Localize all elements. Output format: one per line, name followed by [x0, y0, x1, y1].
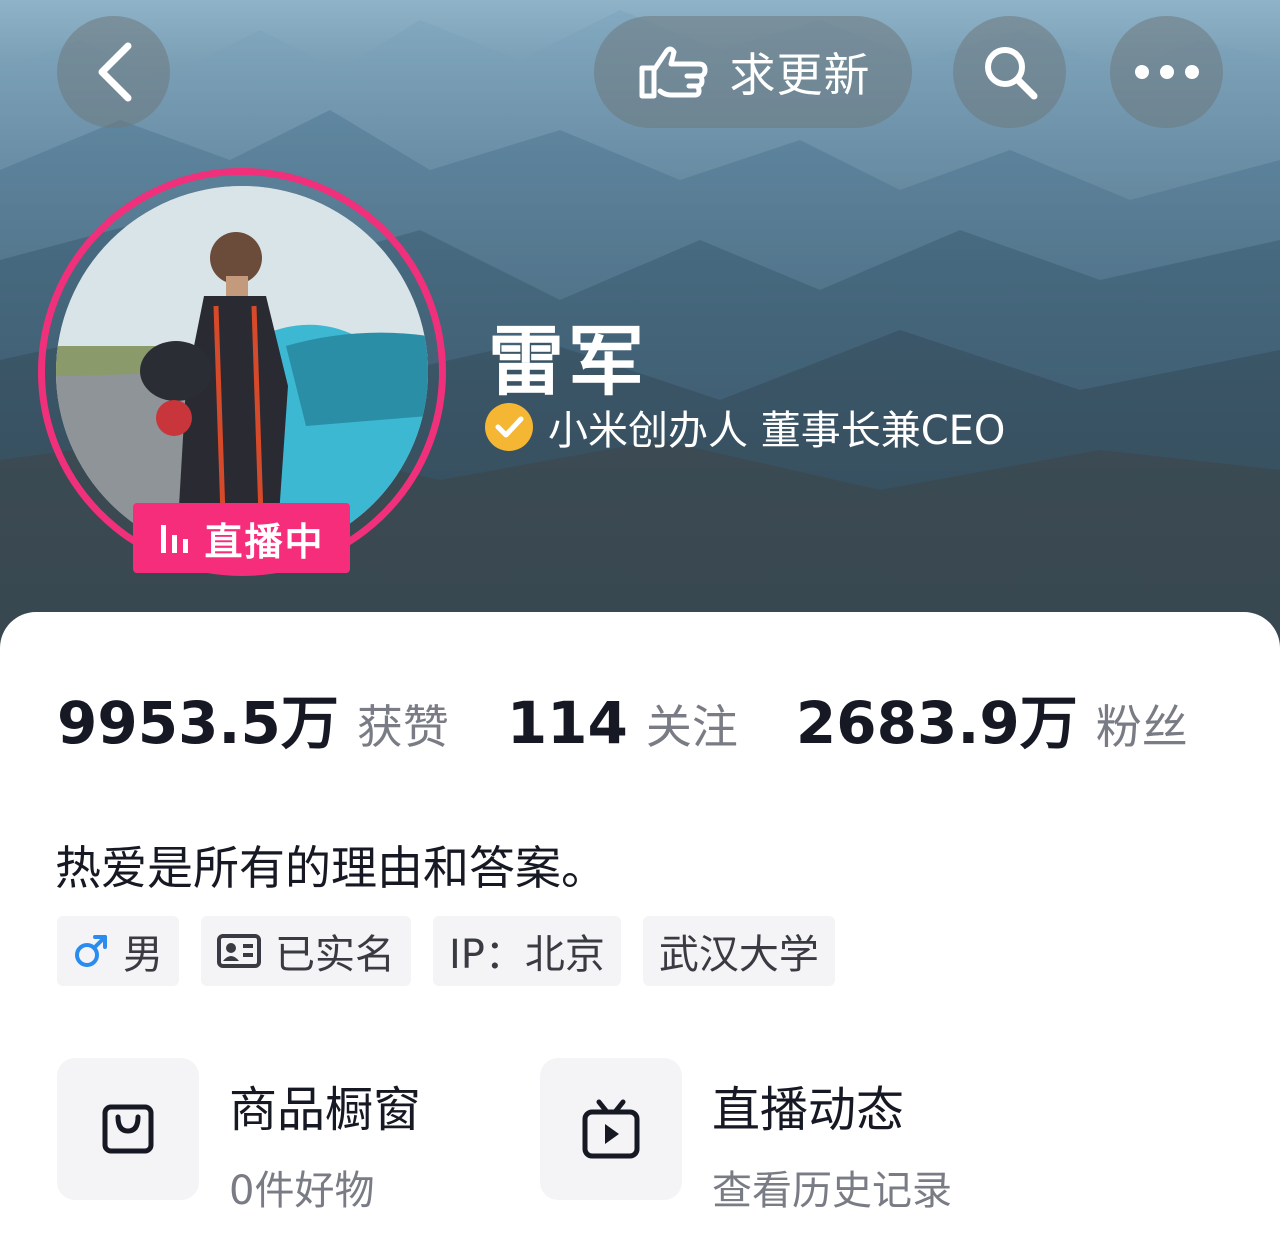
search-button[interactable] [953, 16, 1066, 128]
verified-badge-icon [485, 403, 533, 451]
shop-window-subtitle: 0件好物 [229, 1168, 375, 1214]
live-history-title: 直播动态 [712, 1082, 905, 1138]
back-chevron-icon [98, 42, 131, 102]
live-history-entry[interactable]: 直播动态 查看历史记录 [540, 1058, 952, 1216]
school-label: 武汉大学 [658, 932, 819, 978]
request-update-button[interactable]: 求更新 [594, 16, 912, 128]
school-tag[interactable]: 武汉大学 [642, 916, 835, 986]
verification-row: 小米创办人 董事长兼CEO [484, 398, 1005, 456]
shop-window-entry[interactable]: 商品橱窗 0件好物 [57, 1058, 421, 1216]
followers-stat[interactable]: 2683.9万 粉丝 [796, 676, 1188, 760]
following-label: 关注 [645, 700, 738, 754]
live-history-subtitle: 查看历史记录 [712, 1168, 952, 1214]
likes-label: 获赞 [356, 700, 449, 754]
id-card-icon [217, 934, 261, 968]
likes-stat[interactable]: 9953.5万 获赞 [57, 676, 449, 760]
request-update-label: 求更新 [729, 48, 871, 102]
tv-play-icon [582, 1099, 640, 1159]
followers-count: 2683.9万 [795, 689, 1078, 757]
more-options-button[interactable] [1110, 16, 1223, 128]
profile-username: 雷军 [488, 317, 648, 406]
male-symbol-icon [75, 935, 107, 967]
live-history-icon-box [540, 1058, 682, 1200]
likes-count: 9953.5万 [57, 689, 339, 757]
gender-label: 男 [123, 932, 163, 978]
real-name-tag[interactable]: 已实名 [201, 916, 411, 986]
back-button[interactable] [57, 16, 170, 128]
profile-bio: 热爱是所有的理由和答案。 [55, 841, 607, 895]
profile-stats: 9953.5万 获赞 114 关注 2683.9万 粉丝 [57, 676, 1246, 760]
gender-tag: 男 [57, 916, 179, 986]
verified-title: 小米创办人 董事长兼CEO [548, 408, 1006, 454]
shop-window-title: 商品橱窗 [229, 1082, 422, 1138]
search-icon [984, 47, 1037, 100]
profile-banner: 求更新 直播中 雷军 小米创办人 董事长兼CEO [0, 0, 1280, 650]
real-name-label: 已实名 [275, 932, 395, 978]
following-count: 114 [506, 689, 628, 757]
followers-label: 粉丝 [1095, 700, 1188, 754]
more-dots-icon [1134, 65, 1199, 79]
live-badge-label: 直播中 [204, 519, 325, 564]
live-bars-icon [161, 525, 189, 553]
ip-location-tag: IP：北京 [433, 916, 621, 986]
profile-tags: 男 已实名 IP：北京 武汉大学 [57, 916, 835, 986]
shop-window-icon-box [57, 1058, 199, 1200]
shopping-bag-icon [102, 1104, 154, 1154]
following-stat[interactable]: 114 关注 [507, 689, 738, 757]
hand-pointing-icon [639, 46, 707, 99]
live-status-badge[interactable]: 直播中 [133, 503, 350, 573]
ip-location-label: IP：北京 [449, 932, 605, 978]
